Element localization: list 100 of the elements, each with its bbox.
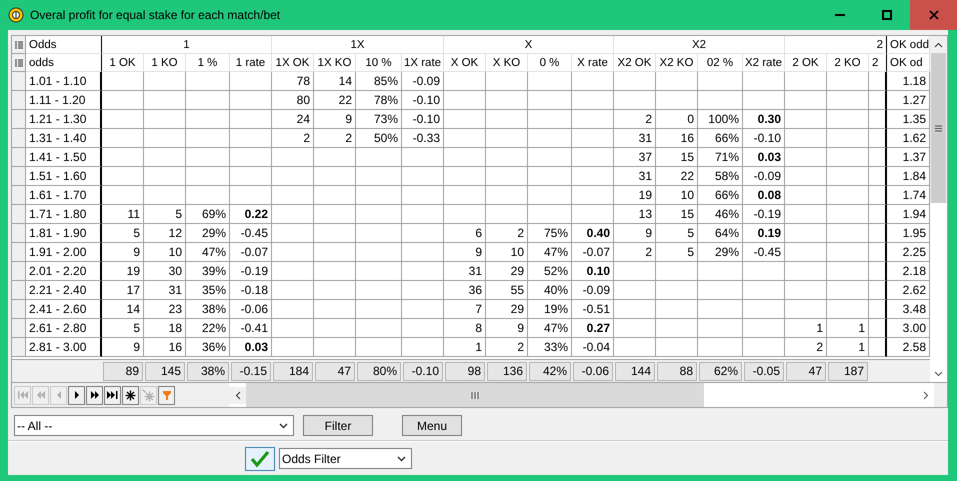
table-cell	[186, 186, 230, 205]
table-cell	[356, 262, 402, 281]
table-cell	[869, 205, 887, 224]
column-header: X2 KO	[656, 54, 698, 72]
table-cell: 80	[272, 91, 314, 110]
table-cell	[444, 167, 486, 186]
insert-button[interactable]	[122, 386, 139, 404]
table-cell	[356, 167, 402, 186]
left-triangle-icon	[56, 391, 60, 399]
table-cell	[698, 72, 743, 91]
table-cell	[314, 262, 356, 281]
table-cell	[827, 281, 869, 300]
table-cell	[230, 91, 272, 110]
table-cell	[656, 72, 698, 91]
toggle-button[interactable]	[245, 446, 275, 470]
table-cell: 14	[102, 300, 144, 319]
table-cell	[272, 300, 314, 319]
table-cell	[356, 319, 402, 338]
table-cell	[785, 281, 827, 300]
table-cell	[314, 148, 356, 167]
table-cell	[698, 91, 743, 110]
table-cell	[356, 243, 402, 262]
total-cell: -0.05	[744, 362, 784, 380]
table-cell	[444, 110, 486, 129]
table-cell	[528, 148, 572, 167]
table-cell	[528, 110, 572, 129]
category-dropdown[interactable]: -- All --	[14, 415, 294, 436]
total-cell: 38%	[187, 362, 229, 380]
table-cell	[869, 72, 887, 91]
window-title: Overal profit for equal stake for each match/bet	[30, 8, 282, 22]
table-cell: 2	[486, 224, 528, 243]
table-cell	[827, 148, 869, 167]
table-cell	[869, 167, 887, 186]
table-cell	[102, 129, 144, 148]
total-cell: 89	[103, 362, 143, 380]
table-cell: -0.09	[402, 72, 444, 91]
table-cell: 5	[102, 224, 144, 243]
double-left-arrow-icon	[36, 391, 44, 399]
last-button[interactable]	[104, 386, 121, 404]
table-cell: -0.07	[230, 243, 272, 262]
column-header: 2 KO	[827, 54, 869, 72]
table-cell	[614, 319, 656, 338]
table-cell	[356, 148, 402, 167]
table-cell	[614, 91, 656, 110]
table-cell	[314, 224, 356, 243]
table-cell	[869, 300, 887, 319]
next-page-button[interactable]	[86, 386, 103, 404]
table-cell	[528, 205, 572, 224]
table-cell	[743, 319, 785, 338]
table-cell	[444, 129, 486, 148]
table-cell: 0.30	[743, 110, 785, 129]
table-cell	[827, 243, 869, 262]
table-cell: 1	[827, 319, 869, 338]
table-cell: -0.10	[402, 110, 444, 129]
horizontal-scrollbar[interactable]	[229, 383, 934, 407]
table-cell: 29	[486, 262, 528, 281]
table-cell	[656, 262, 698, 281]
table-cell: -0.41	[230, 319, 272, 338]
table-cell: 2	[486, 338, 528, 357]
column-header: X	[444, 36, 614, 54]
table-cell: 12	[144, 224, 186, 243]
table-cell: 1.41 - 1.50	[26, 148, 102, 167]
list-icon	[14, 40, 22, 48]
table-cell	[444, 205, 486, 224]
menu-button[interactable]: Menu	[402, 415, 462, 436]
table-cell	[785, 167, 827, 186]
table-cell	[827, 300, 869, 319]
table-cell: 75%	[528, 224, 572, 243]
table-cell	[827, 224, 869, 243]
table-cell: 18	[144, 319, 186, 338]
table-cell: 2.81 - 3.00	[26, 338, 102, 357]
vertical-scrollbar[interactable]	[930, 36, 947, 382]
table-cell: 39%	[186, 262, 230, 281]
table-cell: 9	[486, 319, 528, 338]
table-cell	[186, 167, 230, 186]
column-header: X2	[614, 36, 785, 54]
filter-button[interactable]	[158, 386, 175, 404]
odds-filter-dropdown[interactable]: Odds Filter	[279, 448, 412, 469]
table-cell	[356, 224, 402, 243]
table-cell	[356, 281, 402, 300]
table-cell	[402, 148, 444, 167]
app-icon	[8, 7, 24, 23]
table-cell	[785, 91, 827, 110]
table-cell: 0.27	[572, 319, 614, 338]
table-cell: 52%	[528, 262, 572, 281]
table-cell	[402, 300, 444, 319]
total-cell: 136	[487, 362, 527, 380]
table-cell	[486, 148, 528, 167]
table-cell	[656, 281, 698, 300]
list-icon	[14, 58, 22, 66]
table-cell	[230, 167, 272, 186]
table-cell	[827, 205, 869, 224]
table-cell: 1.21 - 1.30	[26, 110, 102, 129]
table-cell: 19	[614, 186, 656, 205]
table-cell	[656, 319, 698, 338]
table-cell: 2	[314, 129, 356, 148]
next-button[interactable]	[68, 386, 85, 404]
filter-button[interactable]: Filter	[303, 415, 373, 436]
close-button[interactable]	[910, 0, 957, 30]
table-cell	[272, 262, 314, 281]
